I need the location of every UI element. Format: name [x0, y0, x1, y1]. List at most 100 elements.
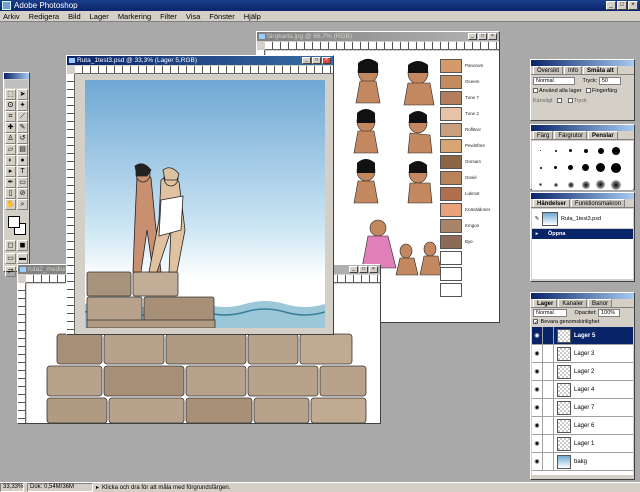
- brush-preset[interactable]: [533, 176, 548, 190]
- menu-fonster[interactable]: Fönster: [209, 12, 234, 21]
- layer-link-icon[interactable]: [543, 327, 554, 345]
- fullscreen-mode-icon[interactable]: ▬: [17, 253, 28, 264]
- hand-tool-icon[interactable]: ✋: [5, 199, 16, 210]
- visibility-eye-icon[interactable]: ◉: [532, 380, 543, 399]
- sensitivity-checkbox[interactable]: [557, 98, 563, 104]
- visibility-eye-icon[interactable]: ◉: [532, 416, 543, 435]
- notes-tool-icon[interactable]: ▯: [5, 188, 16, 199]
- slice-tool-icon[interactable]: ⟋: [17, 111, 28, 122]
- blend-mode-select[interactable]: Normal: [533, 77, 575, 85]
- move-tool-icon[interactable]: ➤: [17, 89, 28, 100]
- brush-preset[interactable]: [578, 142, 593, 159]
- color-swatch[interactable]: [440, 91, 462, 105]
- ruta1-close-button[interactable]: ×: [322, 57, 331, 64]
- eyedropper-tool-icon[interactable]: ⊘: [17, 188, 28, 199]
- layer-link-icon[interactable]: [543, 362, 554, 381]
- color-swatch[interactable]: [440, 139, 462, 153]
- tab-penslar[interactable]: Penslar: [588, 131, 618, 139]
- color-swatch[interactable]: [440, 219, 462, 233]
- finger-paint-checkbox[interactable]: [586, 88, 592, 94]
- fargkarta-minimize-button[interactable]: _: [468, 33, 477, 40]
- layer-opacity-input[interactable]: 100%: [598, 309, 621, 317]
- color-swatch[interactable]: [440, 75, 462, 89]
- visibility-eye-icon[interactable]: ◉: [532, 362, 543, 381]
- fargkarta-maximize-button[interactable]: □: [478, 33, 487, 40]
- pen-tool-icon[interactable]: ✒: [5, 177, 16, 188]
- quickmask-mode-icon[interactable]: ◼: [17, 240, 28, 251]
- brush-preset[interactable]: [563, 142, 578, 159]
- color-swatch[interactable]: [440, 283, 462, 297]
- minimize-button[interactable]: _: [606, 1, 616, 10]
- ruta2-minimize-button[interactable]: _: [349, 266, 358, 273]
- layer-link-icon[interactable]: [543, 398, 554, 417]
- layer-row[interactable]: ◉ Lager 4: [532, 380, 633, 399]
- visibility-eye-icon[interactable]: ◉: [532, 327, 543, 345]
- brush-preset[interactable]: [578, 176, 593, 190]
- ruta1-canvas[interactable]: [85, 80, 325, 328]
- ruta1-titlebar[interactable]: Ruta_1test3.psd @ 33,3% (Lager 5,RGB) _ …: [67, 56, 333, 65]
- brush-preset[interactable]: [548, 159, 563, 176]
- layer-row[interactable]: ◉ Lager 2: [532, 362, 633, 381]
- visibility-eye-icon[interactable]: ◉: [532, 434, 543, 453]
- layer-row[interactable]: ◉ Lager 7: [532, 398, 633, 417]
- color-swatch[interactable]: [440, 59, 462, 73]
- color-swatch[interactable]: [440, 123, 462, 137]
- brush-preset[interactable]: [563, 159, 578, 176]
- zoom-tool-icon[interactable]: ⌕: [17, 199, 28, 210]
- menu-filter[interactable]: Filter: [160, 12, 177, 21]
- visibility-eye-icon[interactable]: ◉: [532, 452, 543, 471]
- ruta1-minimize-button[interactable]: _: [302, 57, 311, 64]
- visibility-eye-icon[interactable]: ◉: [532, 398, 543, 417]
- lasso-tool-icon[interactable]: ʘ: [5, 100, 16, 111]
- fargkarta-close-button[interactable]: ×: [488, 33, 497, 40]
- type-tool-icon[interactable]: T: [17, 166, 28, 177]
- menu-hjalp[interactable]: Hjälp: [244, 12, 261, 21]
- tab-oversikt[interactable]: Översikt: [533, 66, 564, 74]
- ruta2-close-button[interactable]: ×: [369, 266, 378, 273]
- layer-link-icon[interactable]: [543, 452, 554, 471]
- brush-preset[interactable]: [608, 159, 623, 176]
- use-all-layers-checkbox[interactable]: [533, 88, 538, 94]
- color-swatch[interactable]: [440, 107, 462, 121]
- brush-tool-icon[interactable]: ✎: [17, 122, 28, 133]
- color-swatch[interactable]: [440, 155, 462, 169]
- close-button[interactable]: ×: [628, 1, 638, 10]
- tab-farg[interactable]: Färg: [533, 131, 554, 139]
- color-swatch[interactable]: [440, 203, 462, 217]
- brush-preset[interactable]: [593, 142, 608, 159]
- brush-preset[interactable]: [533, 142, 548, 159]
- color-swatch[interactable]: [440, 251, 462, 265]
- layer-row[interactable]: ◉ Lager 5: [532, 327, 633, 345]
- standard-mode-icon[interactable]: ◻: [5, 240, 16, 251]
- path-select-icon[interactable]: ▸: [5, 166, 16, 177]
- menu-bild[interactable]: Bild: [68, 12, 81, 21]
- layer-link-icon[interactable]: [543, 434, 554, 453]
- foreground-color-swatch[interactable]: [8, 216, 20, 228]
- magic-wand-tool-icon[interactable]: ✦: [17, 100, 28, 111]
- layer-row[interactable]: ◉ Lager 1: [532, 434, 633, 453]
- pressure-checkbox[interactable]: [567, 98, 573, 104]
- ruta2-maximize-button[interactable]: □: [359, 266, 368, 273]
- shape-tool-icon[interactable]: ▭: [17, 177, 28, 188]
- menu-redigera[interactable]: Redigera: [29, 12, 59, 21]
- color-swatch[interactable]: [440, 235, 462, 249]
- crop-tool-icon[interactable]: ⌗: [5, 111, 16, 122]
- tab-kanaler[interactable]: Kanaler: [558, 299, 588, 307]
- stamp-tool-icon[interactable]: ♙: [5, 133, 16, 144]
- menu-markering[interactable]: Markering: [118, 12, 151, 21]
- blur-tool-icon[interactable]: ◐: [5, 155, 16, 166]
- brush-preset[interactable]: [593, 176, 608, 190]
- brush-preset[interactable]: [608, 142, 623, 159]
- jump-to-imageready-icon[interactable]: ⇄: [5, 266, 16, 277]
- color-swatch[interactable]: [440, 267, 462, 281]
- layer-blend-mode-select[interactable]: Normal: [533, 309, 567, 317]
- preserve-transparency-checkbox[interactable]: ✓: [533, 319, 539, 326]
- menu-visa[interactable]: Visa: [186, 12, 200, 21]
- layer-link-icon[interactable]: [543, 380, 554, 399]
- layer-link-icon[interactable]: [543, 416, 554, 435]
- layer-link-icon[interactable]: [543, 344, 554, 363]
- tab-banor[interactable]: Banor: [588, 299, 613, 307]
- history-snapshot-item[interactable]: ✎ Ruta_1test3.psd: [532, 209, 633, 229]
- tab-handelser[interactable]: Händelser: [533, 199, 571, 207]
- menu-lager[interactable]: Lager: [90, 12, 109, 21]
